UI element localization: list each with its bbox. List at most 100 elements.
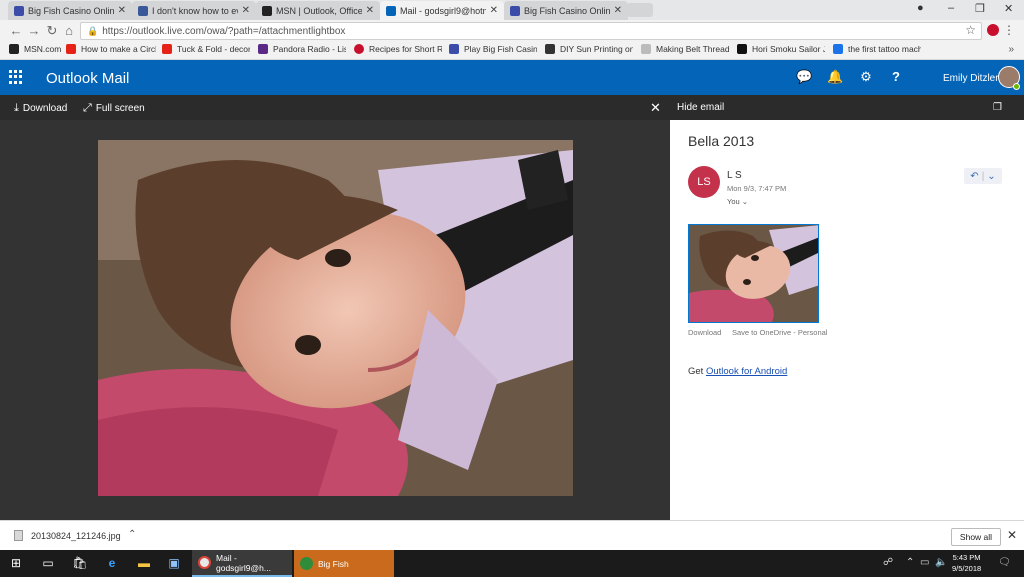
- edge-icon[interactable]: e: [104, 556, 120, 572]
- close-tab-icon[interactable]: ✕: [490, 5, 498, 16]
- clock-date: 9/5/2018: [952, 564, 982, 573]
- bookmark-item[interactable]: Making Belt Thread C: [641, 44, 729, 54]
- chevron-down-icon: ⌄: [741, 197, 749, 206]
- bookmark-item[interactable]: MSN.com: [9, 44, 61, 54]
- tab-title: Mail - godsgirl9@hotma: [400, 5, 486, 16]
- taskbar-chrome-mail[interactable]: Mail - godsgirl9@h...: [192, 550, 292, 577]
- bookmark-item[interactable]: Play Big Fish Casino: [449, 44, 537, 54]
- bookmark-star-icon[interactable]: ☆: [965, 23, 976, 37]
- pinterest-extension-icon[interactable]: [987, 24, 999, 36]
- profile-icon[interactable]: ●: [917, 2, 924, 14]
- taskbar: ⊞ ▭ 🛍 e ▬ ▣ Mail - godsgirl9@h... Big Fi…: [0, 550, 1024, 577]
- windows-start-icon[interactable]: ⊞: [8, 556, 24, 572]
- pandora-icon: [258, 44, 268, 54]
- sender-avatar[interactable]: LS: [688, 166, 720, 198]
- minimize-icon[interactable]: –: [948, 2, 954, 14]
- more-bookmarks-icon[interactable]: »: [1008, 44, 1014, 55]
- people-icon[interactable]: ☍: [883, 557, 893, 568]
- browser-tab[interactable]: I don't know how to eve ✕: [132, 1, 256, 20]
- volume-icon[interactable]: 🔈: [935, 557, 947, 568]
- chevron-down-icon[interactable]: ⌄: [987, 171, 995, 182]
- bell-icon[interactable]: 🔔: [827, 69, 843, 85]
- pop-out-icon: ❐: [993, 102, 1002, 113]
- restore-icon[interactable]: ❐: [975, 2, 985, 15]
- bookmark-item[interactable]: How to make a Circle: [66, 44, 156, 54]
- facebook-favicon-icon: [138, 5, 148, 16]
- close-tab-icon[interactable]: ✕: [242, 5, 250, 16]
- recipient-name: You: [727, 197, 740, 206]
- file-icon: [14, 530, 23, 541]
- bookmark-item[interactable]: Tuck & Fold - decora: [162, 44, 250, 54]
- reply-button[interactable]: ↶ | ⌄: [964, 168, 1002, 184]
- download-label: Download: [22, 103, 68, 114]
- network-icon[interactable]: ▭: [920, 557, 929, 568]
- close-viewer-button[interactable]: ✕: [650, 100, 661, 116]
- network-app-icon[interactable]: ▣: [166, 556, 182, 572]
- bookmark-item[interactable]: Pandora Radio - Liste: [258, 44, 346, 54]
- system-clock[interactable]: 5:43 PM 9/5/2018: [952, 552, 981, 574]
- msn-icon: [9, 44, 19, 54]
- user-name[interactable]: Emily Ditzler: [943, 73, 999, 84]
- expand-icon: ⤢: [83, 102, 92, 114]
- bookmark-label: Pandora Radio - Liste: [273, 44, 346, 54]
- back-icon[interactable]: ←: [8, 23, 24, 38]
- attachment-thumbnail[interactable]: [688, 224, 819, 323]
- help-icon[interactable]: ?: [888, 69, 904, 85]
- file-explorer-icon[interactable]: ▬: [136, 556, 152, 572]
- app-launcher-icon[interactable]: [9, 70, 23, 84]
- presence-icon: [1013, 83, 1020, 90]
- close-tab-icon[interactable]: ✕: [614, 5, 622, 16]
- outlook-favicon-icon: [386, 5, 396, 16]
- close-window-icon[interactable]: ✕: [1004, 2, 1013, 15]
- bookmark-item[interactable]: Hori Smoku Sailor Je: [737, 44, 825, 54]
- close-tab-icon[interactable]: ✕: [118, 5, 126, 16]
- big-fish-icon: [300, 557, 313, 570]
- bookmark-label: DIY Sun Printing on T: [560, 44, 633, 54]
- bookmark-item[interactable]: the first tattoo mach: [833, 44, 921, 54]
- attachment-photo[interactable]: [98, 140, 573, 496]
- url-text: https://outlook.live.com/owa/?path=/atta…: [102, 25, 346, 37]
- msn-favicon-icon: [262, 5, 272, 16]
- show-all-button[interactable]: Show all: [951, 528, 1001, 546]
- close-shelf-icon[interactable]: ✕: [1007, 528, 1017, 542]
- secure-lock-icon: 🔒: [87, 25, 99, 36]
- tab-title: I don't know how to eve: [152, 5, 238, 16]
- browser-tab-active[interactable]: Mail - godsgirl9@hotma ✕: [380, 1, 504, 20]
- attachment-download-link[interactable]: Download: [688, 328, 721, 337]
- forward-icon[interactable]: →: [26, 23, 42, 38]
- save-to-onedrive-link[interactable]: Save to OneDrive - Personal: [732, 328, 827, 337]
- close-tab-icon[interactable]: ✕: [366, 5, 374, 16]
- hide-email-button[interactable]: Hide email: [677, 102, 724, 113]
- chevron-up-icon[interactable]: ⌃: [128, 529, 136, 540]
- skype-icon[interactable]: 💬: [796, 69, 812, 85]
- bookmark-item[interactable]: DIY Sun Printing on T: [545, 44, 633, 54]
- action-center-icon[interactable]: 🗨: [998, 557, 1011, 568]
- recipient-line[interactable]: You ⌄: [727, 197, 748, 206]
- gear-icon[interactable]: ⚙: [858, 69, 874, 85]
- browser-tab[interactable]: MSN | Outlook, Office, Sk ✕: [256, 1, 380, 20]
- reload-icon[interactable]: ↻: [44, 23, 60, 39]
- full-screen-button[interactable]: ⤢ Full screen: [83, 102, 145, 115]
- app-title[interactable]: Outlook Mail: [46, 70, 129, 87]
- diy-icon: [545, 44, 555, 54]
- bookmark-item[interactable]: Recipes for Short Rib: [354, 44, 442, 54]
- reading-pane: Bella 2013 LS L S Mon 9/3, 7:47 PM You ⌄…: [670, 120, 1024, 520]
- divider: |: [981, 170, 985, 182]
- task-view-icon[interactable]: ▭: [40, 556, 56, 572]
- email-date: Mon 9/3, 7:47 PM: [727, 184, 787, 193]
- new-tab-button[interactable]: [627, 3, 653, 17]
- home-icon[interactable]: ⌂: [61, 23, 77, 38]
- big-fish-icon: [449, 44, 459, 54]
- store-icon[interactable]: 🛍: [72, 556, 88, 572]
- pop-out-button[interactable]: ❐: [993, 102, 1002, 113]
- sender-name[interactable]: L S: [727, 170, 742, 181]
- browser-tab[interactable]: Big Fish Casino Online ✕: [8, 1, 132, 20]
- taskbar-big-fish[interactable]: Big Fish: [294, 550, 394, 577]
- chrome-menu-icon[interactable]: ⋮: [1003, 23, 1015, 37]
- url-input[interactable]: 🔒 https://outlook.live.com/owa/?path=/at…: [80, 22, 982, 40]
- download-item[interactable]: 20130824_121246.jpg: [14, 530, 121, 541]
- chevron-up-icon[interactable]: ⌃: [906, 557, 914, 568]
- outlook-android-link[interactable]: Outlook for Android: [706, 366, 787, 377]
- download-button[interactable]: ⤓ Download: [14, 102, 67, 115]
- browser-tab[interactable]: Big Fish Casino Online ✕: [504, 1, 628, 20]
